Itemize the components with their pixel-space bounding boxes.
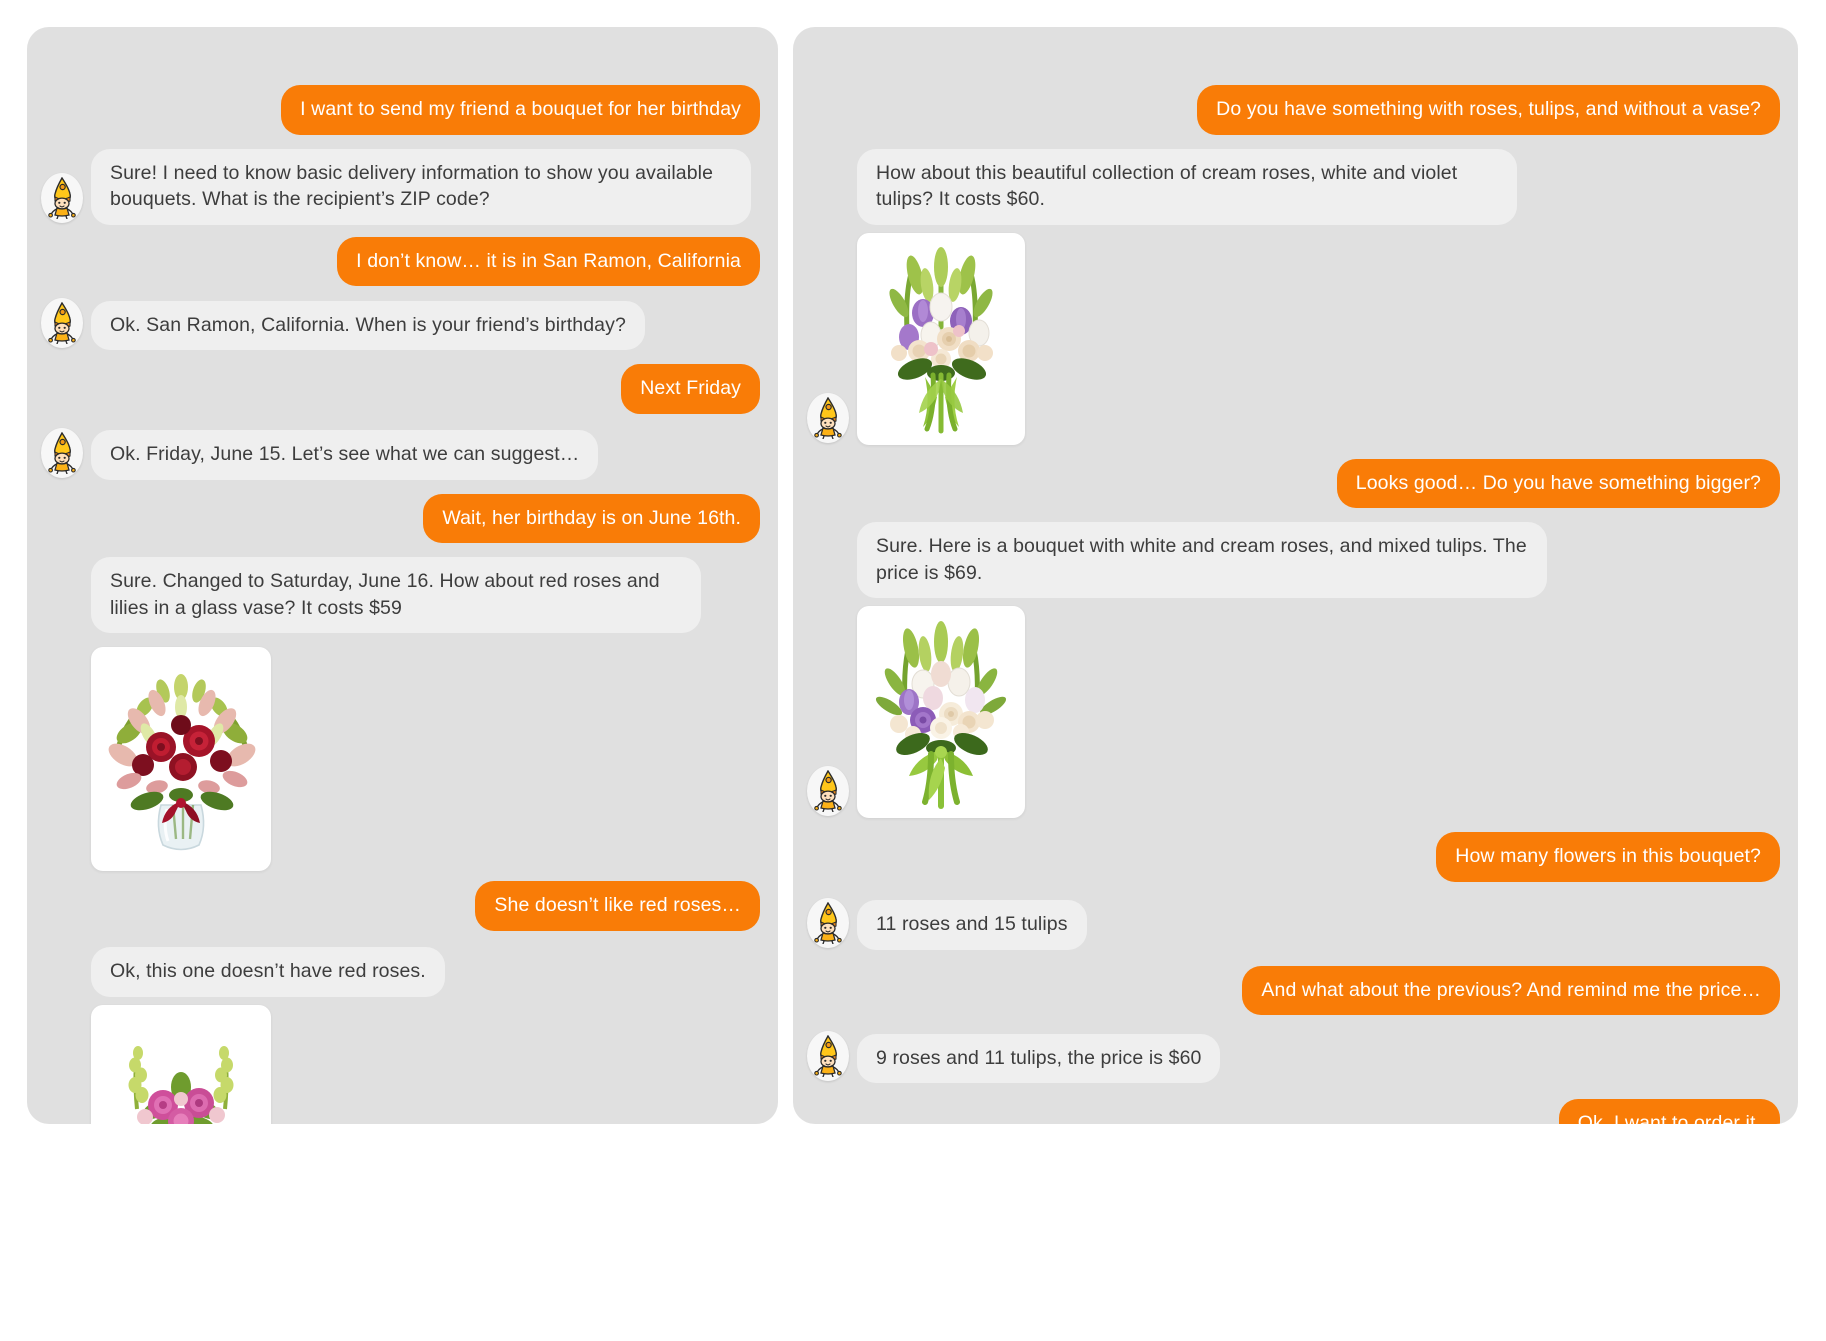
bouquet-cream-roses-white-violet-tulips — [865, 240, 1017, 437]
bot-message-bubble[interactable]: Ok. Friday, June 15. Let’s see what we c… — [91, 430, 599, 480]
avatar-spacer — [807, 173, 849, 223]
bot-message-bubble[interactable]: Ok, this one doesn’t have red roses. — [91, 947, 445, 997]
message-row: Sure. Here is a bouquet with white and c… — [793, 522, 1798, 599]
user-message-bubble[interactable]: How many flowers in this bouquet? — [1436, 832, 1780, 882]
message-row: Sure. Changed to Saturday, June 16. How … — [27, 557, 778, 639]
conversation-panel-left: I want to send my friend a bouquet for h… — [27, 27, 778, 1124]
avatar-spacer — [41, 945, 83, 995]
avatar-spacer — [41, 587, 83, 637]
bot-message-bubble[interactable]: Sure. Changed to Saturday, June 16. How … — [91, 557, 701, 634]
user-message-bubble[interactable]: I don’t know… it is in San Ramon, Califo… — [337, 236, 760, 287]
user-message-bubble[interactable]: She doesn’t like red roses… — [475, 881, 760, 931]
bouquet-pink-roses-snapdragons-glass-vase — [99, 1012, 263, 1124]
bot-avatar — [807, 766, 849, 817]
message-row: 11 roses and 15 tulips — [793, 897, 1798, 950]
bot-message-bubble[interactable]: Ok. San Ramon, California. When is your … — [91, 300, 645, 351]
bouquet-image-card[interactable] — [857, 606, 1025, 819]
user-message-bubble[interactable]: Do you have something with roses, tulips… — [1197, 85, 1780, 135]
message-row: Ok. Friday, June 15. Let’s see what we c… — [27, 427, 778, 480]
bot-avatar — [807, 392, 849, 443]
message-row: I want to send my friend a bouquet for h… — [27, 27, 778, 135]
bot-avatar — [41, 427, 83, 478]
chat-bot-mascot-avatar-icon — [814, 901, 842, 944]
chat-mockup-stage: I want to send my friend a bouquet for h… — [0, 0, 1826, 1341]
message-row-image — [793, 232, 1798, 445]
message-row: 9 roses and 11 tulips, the price is $60 — [793, 1031, 1798, 1084]
chat-bot-mascot-avatar-icon — [48, 302, 76, 345]
message-row: She doesn’t like red roses… — [27, 881, 778, 931]
message-row: And what about the previous? And remind … — [793, 965, 1798, 1016]
chat-bot-mascot-avatar-icon — [48, 176, 76, 219]
message-row: Ok, this one doesn’t have red roses. — [27, 945, 778, 997]
bot-message-group: Sure. Changed to Saturday, June 16. How … — [91, 557, 701, 639]
bot-message-bubble[interactable]: 11 roses and 15 tulips — [857, 900, 1087, 950]
user-message-bubble[interactable]: Looks good… Do you have something bigger… — [1336, 458, 1780, 509]
avatar-spacer — [41, 819, 83, 869]
bouquet-red-roses-lilies-glass-vase — [99, 655, 263, 864]
message-row: Looks good… Do you have something bigger… — [793, 458, 1798, 509]
bot-avatar — [807, 897, 849, 948]
message-row: Wait, her birthday is on June 16th. — [27, 493, 778, 544]
message-row: Ok. San Ramon, California. When is your … — [27, 298, 778, 351]
message-row-image — [27, 1004, 778, 1124]
bouquet-image-card[interactable] — [857, 232, 1025, 445]
message-thread-right: Do you have something with roses, tulips… — [793, 27, 1798, 1124]
message-row: Ok, I want to order it. — [793, 1099, 1798, 1124]
message-row: Do you have something with roses, tulips… — [793, 27, 1798, 135]
bot-message-bubble[interactable]: 9 roses and 11 tulips, the price is $60 — [857, 1033, 1221, 1084]
user-message-bubble[interactable]: Ok, I want to order it. — [1558, 1099, 1780, 1124]
bot-avatar — [41, 298, 83, 349]
message-row-image — [793, 606, 1798, 819]
user-message-bubble[interactable]: I want to send my friend a bouquet for h… — [281, 85, 760, 135]
bot-avatar — [41, 172, 83, 223]
chat-bot-mascot-avatar-icon — [814, 1035, 842, 1078]
bouquet-image-card[interactable] — [91, 1004, 271, 1124]
bot-message-bubble[interactable]: Sure. Here is a bouquet with white and c… — [857, 522, 1547, 599]
bouquet-white-cream-roses-mixed-tulips — [865, 614, 1017, 811]
conversation-panel-right: Do you have something with roses, tulips… — [793, 27, 1798, 1124]
message-row: Next Friday — [27, 364, 778, 414]
message-row: Sure! I need to know basic delivery info… — [27, 148, 778, 225]
user-message-bubble[interactable]: And what about the previous? And remind … — [1242, 965, 1780, 1016]
message-row: I don’t know… it is in San Ramon, Califo… — [27, 236, 778, 287]
bouquet-image-card[interactable] — [91, 647, 271, 872]
message-row: How many flowers in this bouquet? — [793, 832, 1798, 882]
bot-message-bubble[interactable]: How about this beautiful collection of c… — [857, 148, 1517, 225]
message-row: How about this beautiful collection of c… — [793, 148, 1798, 225]
message-row-image — [27, 647, 778, 872]
chat-bot-mascot-avatar-icon — [814, 770, 842, 813]
user-message-bubble[interactable]: Wait, her birthday is on June 16th. — [423, 493, 760, 544]
bot-avatar — [807, 1031, 849, 1082]
user-message-bubble[interactable]: Next Friday — [621, 364, 760, 414]
message-thread-left: I want to send my friend a bouquet for h… — [27, 27, 778, 1124]
chat-bot-mascot-avatar-icon — [814, 396, 842, 439]
bot-message-bubble[interactable]: Sure! I need to know basic delivery info… — [91, 148, 751, 225]
chat-bot-mascot-avatar-icon — [48, 431, 76, 474]
avatar-spacer — [807, 546, 849, 596]
